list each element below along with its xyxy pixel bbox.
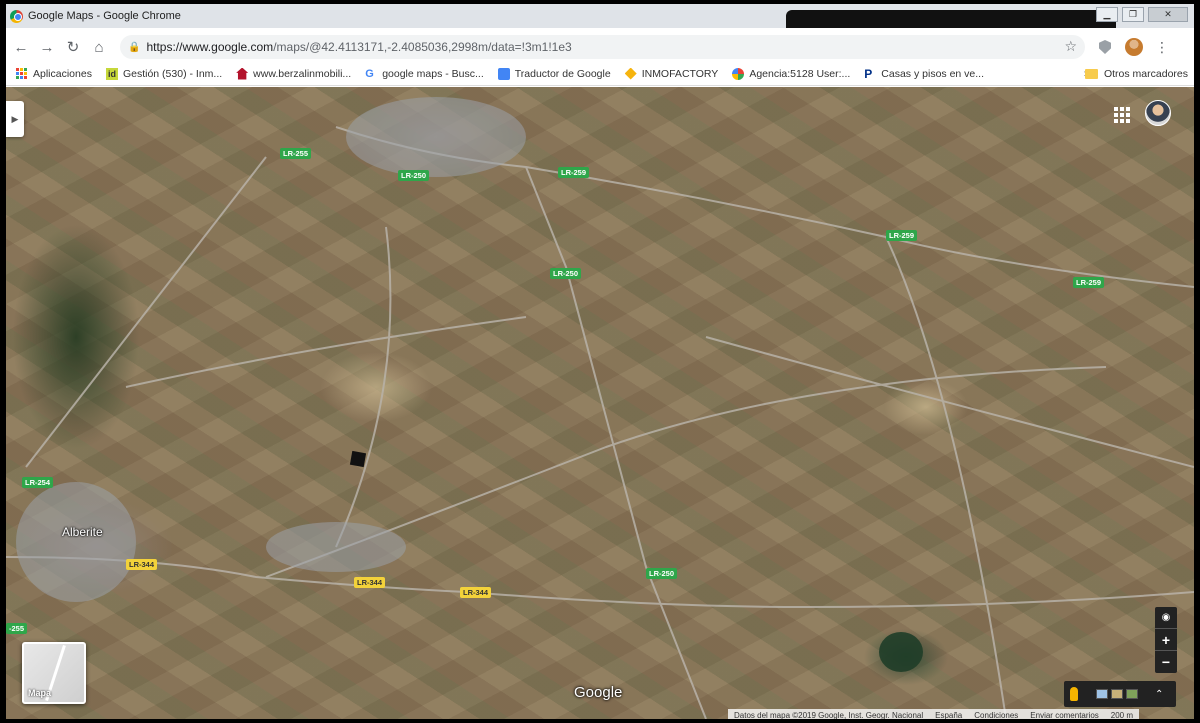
bookmark-traductor[interactable]: Traductor de Google (497, 67, 611, 80)
window-controls: ▁ ❐ ✕ (1096, 7, 1188, 22)
minimap-label: Mapa (28, 688, 52, 698)
translate-icon (497, 67, 510, 80)
place-label[interactable]: Alberite (62, 525, 103, 539)
google-logo: Google (574, 684, 623, 701)
road-label: LR-254 (22, 477, 54, 488)
satellite-map[interactable]: ▶ LR-255 LR-250 LR-259 LR-259 LR-259 LR-… (6, 87, 1194, 719)
traffic-layer-icon[interactable] (1111, 689, 1123, 699)
zoom-out-button[interactable]: − (1155, 651, 1177, 673)
bookmark-label: Gestión (530) - Inm... (122, 67, 223, 80)
bookmark-label: www.berzalinmobili... (253, 67, 352, 80)
inmofactory-icon (624, 67, 637, 80)
bookmark-gestion[interactable]: id Gestión (530) - Inm... (105, 67, 223, 80)
paypal-icon: P (864, 66, 873, 81)
bookmark-casas[interactable]: P Casas y pisos en ve... (864, 68, 984, 80)
scale-label[interactable]: 200 m (1111, 711, 1133, 720)
road-label: LR-344 (354, 577, 386, 588)
extension-shield-icon[interactable] (1099, 40, 1111, 54)
home-icon[interactable]: ⌂ (86, 39, 112, 56)
navigation-bar: ← → ↻ ⌂ 🔒 https://www.google.com/maps/@4… (6, 32, 1194, 62)
url-path: /maps/@42.4113171,-2.4085036,2998m/data=… (273, 40, 572, 54)
road-label: LR-344 (126, 559, 158, 570)
folder-icon (1084, 68, 1098, 79)
bookmark-apps[interactable]: Aplicaciones (16, 67, 92, 80)
idealista-icon: id (105, 67, 118, 80)
road-label: LR-250 (646, 568, 678, 579)
transit-layer-icon[interactable] (1096, 689, 1108, 699)
bookmark-label: Agencia:5128 User:... (749, 67, 851, 80)
map-footer: Datos del mapa ©2019 Google, Inst. Geogr… (728, 709, 1140, 720)
bookmark-label: INMOFACTORY (641, 67, 719, 80)
other-bookmarks-label: Otros marcadores (1103, 67, 1188, 80)
country-link[interactable]: España (935, 711, 962, 720)
apps-grid-icon (1114, 107, 1130, 123)
road-label: -255 (6, 623, 28, 634)
road-label: LR-250 (398, 170, 430, 181)
account-avatar[interactable] (1145, 100, 1171, 126)
bookmark-label: google maps - Busc... (382, 67, 484, 80)
road-label: LR-255 (280, 148, 312, 159)
road-lr255 (25, 156, 267, 468)
road-label: LR-259 (1073, 277, 1105, 288)
browser-window: Google Maps - Google Chrome ▁ ❐ ✕ ← → ↻ … (6, 4, 1194, 719)
minimize-button[interactable]: ▁ (1096, 7, 1118, 22)
layers-bar: ⌃ (1064, 681, 1176, 707)
bookmarks-bar: Aplicaciones id Gestión (530) - Inm... w… (6, 62, 1194, 86)
road-label: LR-259 (886, 230, 918, 241)
apps-grid-icon (16, 67, 28, 80)
profile-avatar[interactable] (1125, 38, 1143, 56)
chrome-logo-icon (10, 9, 23, 23)
terms-link[interactable]: Condiciones (974, 711, 1018, 720)
map-controls: ◉ + − (1155, 607, 1177, 673)
bookmark-label: Casas y pisos en ve... (881, 67, 985, 80)
reload-icon[interactable]: ↻ (60, 38, 86, 56)
house-icon (236, 67, 249, 80)
lock-icon[interactable]: 🔒 (128, 42, 140, 53)
road-label: LR-250 (550, 268, 582, 279)
my-location-icon[interactable]: ◉ (1155, 607, 1177, 629)
bookmark-label: Aplicaciones (33, 67, 92, 80)
bookmark-inmofactory[interactable]: INMOFACTORY (624, 67, 719, 80)
bookmark-berzal[interactable]: www.berzalinmobili... (236, 67, 352, 80)
bookmark-star-icon[interactable]: ☆ (1064, 38, 1077, 55)
close-button[interactable]: ✕ (1148, 7, 1188, 22)
google-apps-button[interactable] (1114, 107, 1130, 123)
road-label: LR-259 (558, 167, 590, 178)
map-type-toggle[interactable]: Mapa (22, 642, 86, 704)
forward-icon[interactable]: → (34, 39, 60, 56)
google-icon: G (365, 67, 374, 80)
back-icon[interactable]: ← (8, 39, 34, 56)
road-lr344 (6, 556, 1194, 609)
url-host: https://www.google.com (146, 40, 274, 54)
bookmark-agencia[interactable]: Agencia:5128 User:... (732, 67, 851, 80)
zoom-in-button[interactable]: + (1155, 629, 1177, 651)
bookmark-label: Traductor de Google (514, 67, 611, 80)
other-bookmarks[interactable]: Otros marcadores (1084, 67, 1188, 80)
attribution-text: Datos del mapa ©2019 Google, Inst. Geogr… (734, 710, 924, 720)
chrome-menu-icon[interactable]: ⋮ (1155, 39, 1169, 56)
dark-field (349, 450, 367, 468)
chevron-up-icon[interactable]: ⌃ (1155, 689, 1163, 700)
url-text: https://www.google.com/maps/@42.4113171,… (146, 40, 571, 54)
side-panel-toggle[interactable]: ▶ (6, 101, 24, 137)
address-bar[interactable]: 🔒 https://www.google.com/maps/@42.411317… (120, 35, 1085, 59)
feedback-link[interactable]: Enviar comentarios (1030, 711, 1098, 720)
road-label: LR-344 (460, 587, 492, 598)
tab-strip-shadow (786, 10, 1116, 28)
maximize-button[interactable]: ❐ (1122, 7, 1144, 22)
title-bar: Google Maps - Google Chrome ▁ ❐ ✕ (6, 4, 1194, 28)
road-network (6, 97, 1194, 719)
pegman-icon[interactable] (1070, 687, 1078, 701)
agency-icon (732, 67, 745, 80)
terrain-layer-icon[interactable] (1126, 689, 1138, 699)
window-title: Google Maps - Google Chrome (28, 10, 181, 22)
bookmark-google-maps[interactable]: G google maps - Busc... (365, 68, 484, 80)
